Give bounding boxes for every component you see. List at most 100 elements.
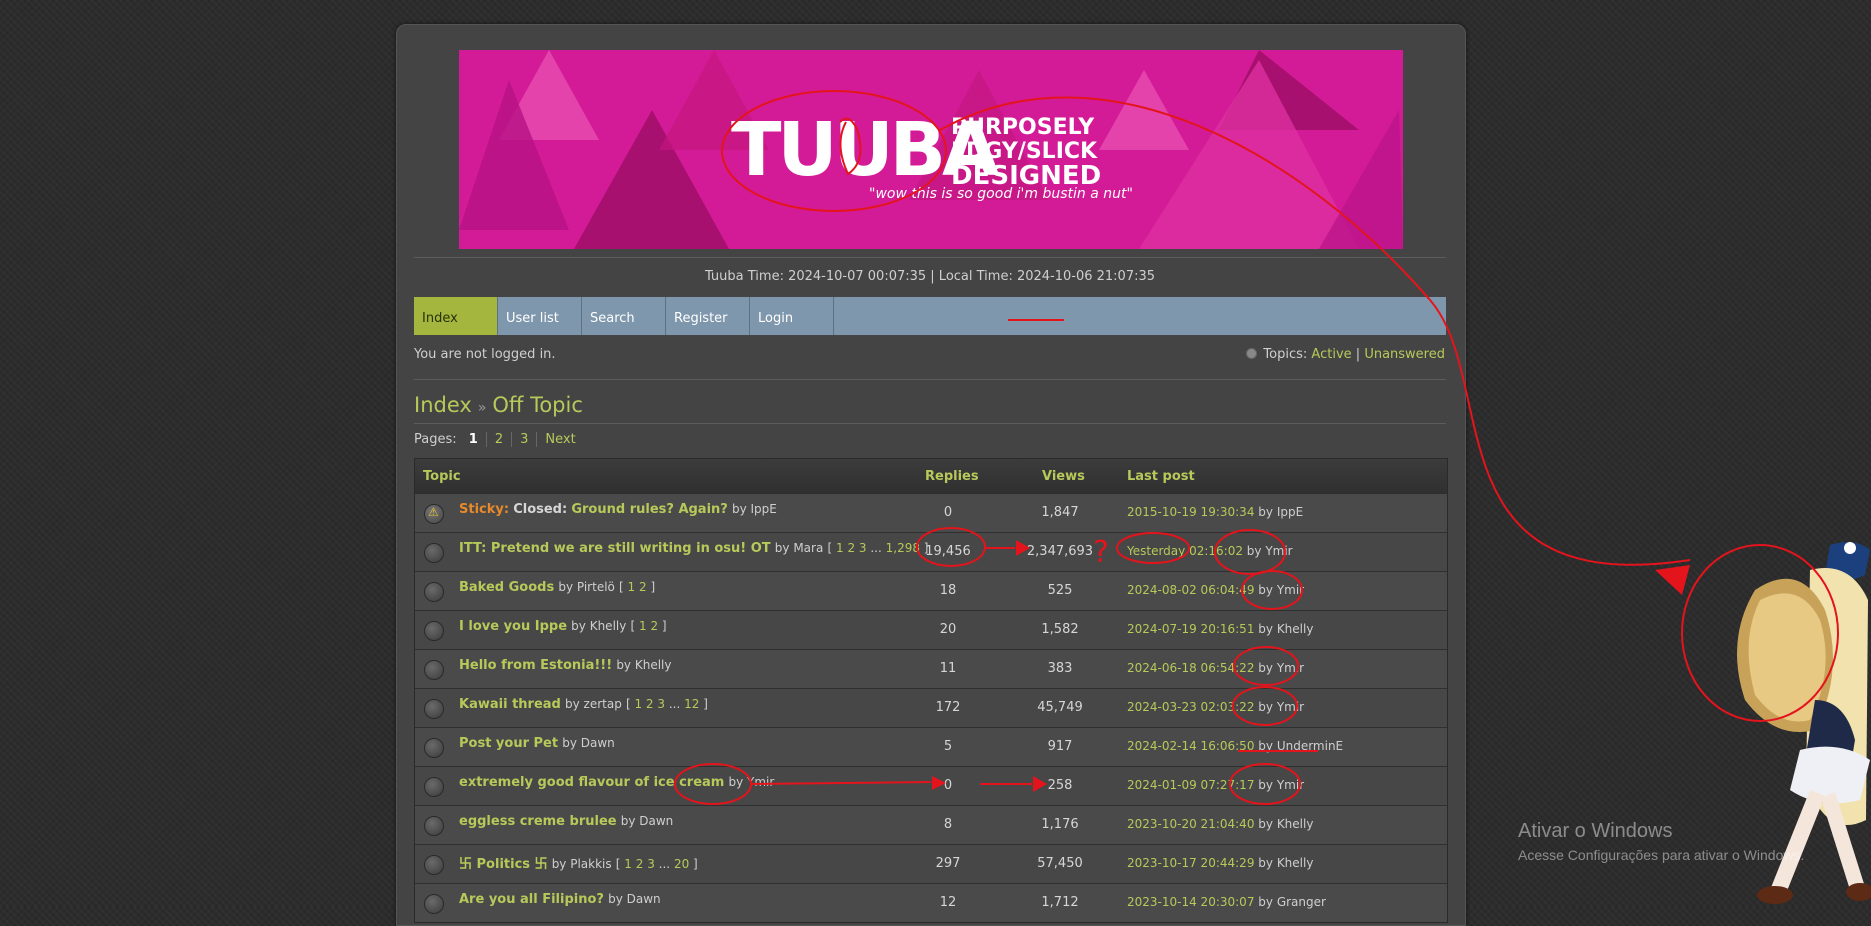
reply-count: 20	[939, 622, 957, 637]
topic-link[interactable]: Are you all Filipino?	[459, 892, 604, 907]
topic-author[interactable]: by Khelly	[571, 619, 626, 633]
last-post-link[interactable]: 2024-06-18 06:54:22	[1127, 661, 1254, 675]
last-post-author[interactable]: by UnderminE	[1258, 739, 1343, 753]
header-replies: Replies	[925, 469, 979, 484]
last-post-author[interactable]: by Ymir	[1247, 544, 1293, 558]
watermark-subtitle: Acesse Configurações para ativar o Windo…	[1518, 847, 1805, 863]
closed-label: Closed:	[513, 502, 568, 517]
topic-link[interactable]: Kawaii thread	[459, 697, 561, 712]
table-row: Baked Goods by Pirtelö [ 1 2 ] 18 525 20…	[415, 571, 1447, 610]
topic-pages: [ 1 2 3 ... 12 ]	[625, 697, 708, 711]
page-3-link[interactable]: 3	[511, 432, 537, 447]
last-post-link[interactable]: 2023-10-20 21:04:40	[1127, 817, 1254, 831]
table-row: Post your Pet by Dawn 5 917 2024-02-14 1…	[415, 727, 1447, 766]
topic-page-link[interactable]: 2	[650, 619, 658, 633]
topic-page-link[interactable]: 3	[647, 857, 655, 871]
last-post-link[interactable]: 2024-07-19 20:16:51	[1127, 622, 1254, 636]
topic-page-link[interactable]: 1	[836, 541, 844, 555]
topic-author[interactable]: by IppE	[732, 502, 777, 516]
topic-link[interactable]: Post your Pet	[459, 736, 558, 751]
topic-page-link[interactable]: 3	[657, 697, 665, 711]
topic-page-link[interactable]: 2	[636, 857, 644, 871]
topic-page-link[interactable]: 12	[684, 697, 699, 711]
topic-link[interactable]: 卐 Politics 卐	[459, 857, 548, 872]
topic-author[interactable]: by Pirtelö	[558, 580, 615, 594]
separator: |	[1355, 347, 1361, 362]
last-post-link[interactable]: 2024-03-23 02:03:22	[1127, 700, 1254, 714]
nav-index[interactable]: Index	[414, 297, 498, 335]
nav-register[interactable]: Register	[666, 297, 750, 335]
topic-author[interactable]: by Mara	[775, 541, 824, 555]
last-post-cell: 2023-10-17 20:44:29 by Khelly	[1127, 856, 1313, 870]
last-post-author[interactable]: by Khelly	[1258, 817, 1313, 831]
last-post-link[interactable]: 2024-08-02 06:04:49	[1127, 583, 1254, 597]
topic-author[interactable]: by Ymir	[728, 775, 774, 789]
topic-status-icon	[424, 777, 444, 797]
last-post-link[interactable]: 2015-10-19 19:30:34	[1127, 505, 1254, 519]
last-post-link[interactable]: 2023-10-17 20:44:29	[1127, 856, 1254, 870]
breadcrumb-separator: »	[477, 400, 487, 416]
topic-pages: [ 1 2 ]	[619, 580, 656, 594]
topic-title-cell: Sticky: Closed: Ground rules? Again? by …	[459, 502, 777, 517]
table-row: eggless creme brulee by Dawn 8 1,176 202…	[415, 805, 1447, 844]
last-post-link[interactable]: 2024-02-14 16:06:50	[1127, 739, 1254, 753]
topic-page-link[interactable]: 20	[674, 857, 689, 871]
breadcrumb-index[interactable]: Index	[414, 393, 472, 417]
view-count: 1,712	[1041, 895, 1079, 910]
last-post-cell: Yesterday 02:16:02 by Ymir	[1127, 544, 1293, 558]
table-row: Sticky: Closed: Ground rules? Again? by …	[415, 493, 1447, 532]
page-2-link[interactable]: 2	[485, 432, 512, 447]
nav-login[interactable]: Login	[750, 297, 834, 335]
topic-author[interactable]: by Dawn	[562, 736, 615, 750]
topic-author[interactable]: by Dawn	[608, 892, 661, 906]
unanswered-topics-link[interactable]: Unanswered	[1364, 347, 1445, 362]
topic-title-cell: 卐 Politics 卐 by Plakkis [ 1 2 3 ... 20 ]	[459, 853, 698, 872]
nav-user-list[interactable]: User list	[498, 297, 582, 335]
last-post-author[interactable]: by IppE	[1258, 505, 1303, 519]
windows-activation-watermark: Ativar o Windows Acesse Configurações pa…	[1518, 820, 1804, 863]
topic-link[interactable]: I love you Ippe	[459, 619, 567, 634]
topic-page-link[interactable]: 2	[847, 541, 855, 555]
topic-page-link[interactable]: 2	[639, 580, 647, 594]
topic-pages: [ 1 2 ]	[630, 619, 667, 633]
topic-link[interactable]: extremely good flavour of ice cream	[459, 775, 724, 790]
last-post-author[interactable]: by Ymir	[1258, 778, 1304, 792]
last-post-author[interactable]: by Khelly	[1258, 622, 1313, 636]
last-post-author[interactable]: by Khelly	[1258, 856, 1313, 870]
topic-author[interactable]: by zertap	[565, 697, 622, 711]
sticky-warning-icon	[424, 504, 444, 524]
reply-count: 19,456	[925, 544, 971, 559]
topic-link[interactable]: ITT: Pretend we are still writing in osu…	[459, 541, 771, 556]
forum-banner[interactable]: TUUBA PURPOSELY EDGY/SLICK DESIGNED "wow…	[459, 50, 1403, 249]
header-topic: Topic	[423, 469, 461, 484]
breadcrumb: Index » Off Topic	[414, 393, 583, 417]
reply-count: 297	[935, 856, 961, 871]
nav-search[interactable]: Search	[582, 297, 666, 335]
topic-page-link[interactable]: 1	[634, 697, 642, 711]
topic-author[interactable]: by Dawn	[621, 814, 674, 828]
topics-links: Topics: Active | Unanswered	[1246, 347, 1445, 362]
last-post-link[interactable]: Yesterday 02:16:02	[1127, 544, 1243, 558]
active-topics-link[interactable]: Active	[1311, 347, 1351, 362]
topic-page-link[interactable]: 1	[628, 580, 636, 594]
topic-page-link[interactable]: 1	[639, 619, 647, 633]
last-post-author[interactable]: by Ymir	[1258, 583, 1304, 597]
topic-page-link[interactable]: 1	[624, 857, 632, 871]
topic-link[interactable]: eggless creme brulee	[459, 814, 617, 829]
topic-link[interactable]: Baked Goods	[459, 580, 554, 595]
topic-author[interactable]: by Plakkis	[552, 857, 612, 871]
reply-count: 5	[943, 739, 953, 754]
topic-page-link[interactable]: 3	[859, 541, 867, 555]
server-time: Tuuba Time: 2024-10-07 00:07:35 | Local …	[704, 269, 1156, 284]
topic-link[interactable]: Ground rules? Again?	[571, 502, 728, 517]
breadcrumb-current[interactable]: Off Topic	[492, 393, 583, 417]
topic-link[interactable]: Hello from Estonia!!!	[459, 658, 612, 673]
topic-status-icon	[424, 582, 444, 602]
last-post-author[interactable]: by Ymir	[1258, 661, 1304, 675]
last-post-author[interactable]: by Ymir	[1258, 700, 1304, 714]
topic-author[interactable]: by Khelly	[616, 658, 671, 672]
topic-title-cell: I love you Ippe by Khelly [ 1 2 ]	[459, 619, 667, 634]
last-post-link[interactable]: 2024-01-09 07:27:17	[1127, 778, 1254, 792]
topic-page-link[interactable]: 2	[646, 697, 654, 711]
next-page-link[interactable]: Next	[536, 432, 584, 447]
